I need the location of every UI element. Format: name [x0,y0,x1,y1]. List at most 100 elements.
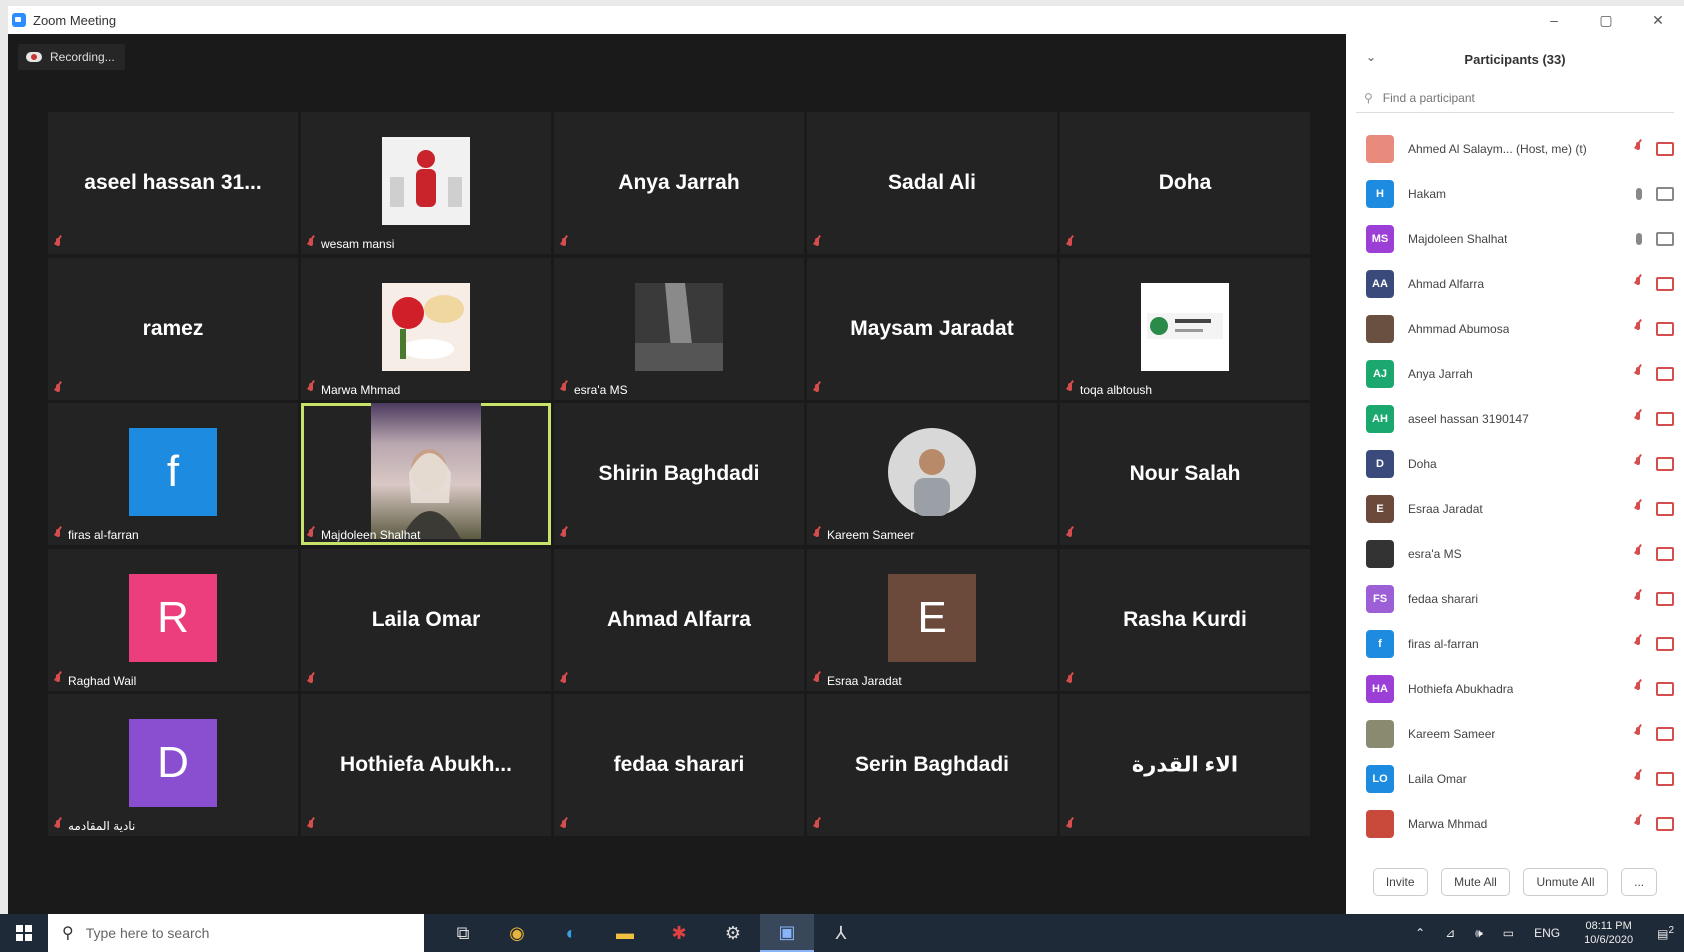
participant-row[interactable]: AA Ahmad Alfarra [1346,261,1684,306]
camera-off-icon[interactable] [1656,321,1674,336]
recording-indicator[interactable]: Recording... [18,44,125,70]
participant-row[interactable]: MS Majdoleen Shalhat [1346,216,1684,261]
participant-tile[interactable]: wesam mansi [301,112,551,254]
unmute-all-button[interactable]: Unmute All [1523,868,1608,896]
minimize-button[interactable]: – [1528,6,1580,34]
participant-tile[interactable]: aseel hassan 31... [48,112,298,254]
participant-tile[interactable]: Maysam Jaradat [807,257,1057,400]
mic-muted-icon[interactable] [1634,457,1642,470]
mic-muted-icon[interactable] [1634,817,1642,830]
taskbar-search[interactable]: ⚲ Type here to search [48,914,424,952]
participant-tile[interactable]: D نادية المقادمه [48,694,298,836]
participant-tile[interactable]: toqa albtoush [1060,257,1310,400]
participant-tile[interactable]: Anya Jarrah [554,112,804,254]
display-icon[interactable]: ▭ [1503,926,1514,940]
close-button[interactable]: ✕ [1632,6,1684,34]
participant-tile[interactable]: esra'a MS [554,257,804,400]
camera-off-icon[interactable] [1656,771,1674,786]
participant-tile[interactable]: Marwa Mhmad [301,257,551,400]
participant-tile[interactable]: ramez [48,257,298,400]
participant-tile[interactable]: Sadal Ali [807,112,1057,254]
camera-off-icon[interactable] [1656,501,1674,516]
camera-off-icon[interactable] [1656,366,1674,381]
participant-row[interactable]: D Doha [1346,441,1684,486]
participant-tile[interactable]: Kareem Sameer [807,403,1057,545]
settings-icon[interactable]: ⚙ [706,914,760,952]
participant-tile[interactable]: Ahmad Alfarra [554,548,804,691]
camera-icon[interactable] [1656,186,1674,201]
participant-tile[interactable]: Laila Omar [301,548,551,691]
participant-row[interactable]: Ahmed Al Salaym... (Host, me) (t) [1346,126,1684,171]
participant-tile[interactable]: Shirin Baghdadi [554,403,804,545]
participant-row[interactable]: LO Laila Omar [1346,756,1684,801]
language-indicator[interactable]: ENG [1534,926,1560,940]
mic-muted-icon[interactable] [1634,772,1642,785]
edge-icon[interactable]: ◐ [544,914,598,952]
participant-search[interactable]: ⚲ [1356,84,1674,113]
acrobat-icon[interactable]: ⅄ [814,914,868,952]
participant-row[interactable]: AH aseel hassan 3190147 [1346,396,1684,441]
camera-off-icon[interactable] [1656,681,1674,696]
camera-off-icon[interactable] [1656,456,1674,471]
participant-row[interactable]: H Hakam [1346,171,1684,216]
mic-muted-icon[interactable] [1634,637,1642,650]
file-explorer-icon[interactable]: ▬ [598,914,652,952]
participant-tile[interactable]: Doha [1060,112,1310,254]
chevron-up-icon[interactable]: ⌃ [1415,926,1425,940]
participant-row[interactable]: HA Hothiefa Abukhadra [1346,666,1684,711]
participant-row[interactable]: E Esraa Jaradat [1346,486,1684,531]
chevron-down-icon[interactable]: ⌄ [1366,50,1376,64]
mic-muted-icon[interactable] [1634,412,1642,425]
participant-tile[interactable]: Hothiefa Abukh... [301,694,551,836]
mic-muted-icon[interactable] [1634,322,1642,335]
participant-row[interactable]: FS fedaa sharari [1346,576,1684,621]
participant-tile[interactable]: E Esraa Jaradat [807,548,1057,691]
participant-tile[interactable]: الاء القدرة [1060,694,1310,836]
more-button[interactable]: ... [1621,868,1658,896]
app-red-icon[interactable]: ✱ [652,914,706,952]
maximize-button[interactable]: ▢ [1580,6,1632,34]
clock[interactable]: 08:11 PM 10/6/2020 [1584,919,1633,947]
camera-off-icon[interactable] [1656,726,1674,741]
volume-icon[interactable]: 🕪 [1475,926,1483,941]
camera-off-icon[interactable] [1656,546,1674,561]
participant-tile[interactable]: Serin Baghdadi [807,694,1057,836]
participant-tile[interactable]: Majdoleen Shalhat [301,403,551,545]
mute-all-button[interactable]: Mute All [1441,868,1510,896]
camera-off-icon[interactable] [1656,141,1674,156]
participant-tile[interactable]: f firas al-farran [48,403,298,545]
mic-muted-icon[interactable] [1634,367,1642,380]
participant-tile[interactable]: Nour Salah [1060,403,1310,545]
mic-muted-icon[interactable] [1634,277,1642,290]
participant-search-input[interactable] [1380,90,1645,106]
camera-off-icon[interactable] [1656,816,1674,831]
chrome-icon[interactable]: ◉ [490,914,544,952]
invite-button[interactable]: Invite [1372,868,1428,896]
participant-tile[interactable]: Rasha Kurdi [1060,548,1310,691]
mic-muted-icon[interactable] [1634,502,1642,515]
participant-row[interactable]: Kareem Sameer [1346,711,1684,756]
camera-off-icon[interactable] [1656,411,1674,426]
mic-muted-icon[interactable] [1634,547,1642,560]
participant-row[interactable]: f firas al-farran [1346,621,1684,666]
mic-icon[interactable] [1636,232,1642,245]
mic-icon[interactable] [1636,187,1642,200]
participant-row[interactable]: AJ Anya Jarrah [1346,351,1684,396]
camera-icon[interactable] [1656,231,1674,246]
camera-off-icon[interactable] [1656,591,1674,606]
network-icon[interactable]: ⊿ [1445,926,1455,940]
mic-muted-icon[interactable] [1634,727,1642,740]
mic-muted-icon[interactable] [1634,592,1642,605]
participant-tile[interactable]: R Raghad Wail [48,548,298,691]
mic-muted-icon[interactable] [1634,682,1642,695]
camera-off-icon[interactable] [1656,276,1674,291]
participant-row[interactable]: Ahmmad Abumosa [1346,306,1684,351]
start-button[interactable] [0,914,48,952]
participant-tile[interactable]: fedaa sharari [554,694,804,836]
participant-row[interactable]: Marwa Mhmad [1346,801,1684,846]
task-view-icon[interactable]: ⧉ [436,914,490,952]
zoom-taskbar-icon[interactable]: ▣ [760,914,814,952]
notification-icon[interactable]: ▤2 [1657,925,1674,941]
camera-off-icon[interactable] [1656,636,1674,651]
mic-muted-icon[interactable] [1634,142,1642,155]
